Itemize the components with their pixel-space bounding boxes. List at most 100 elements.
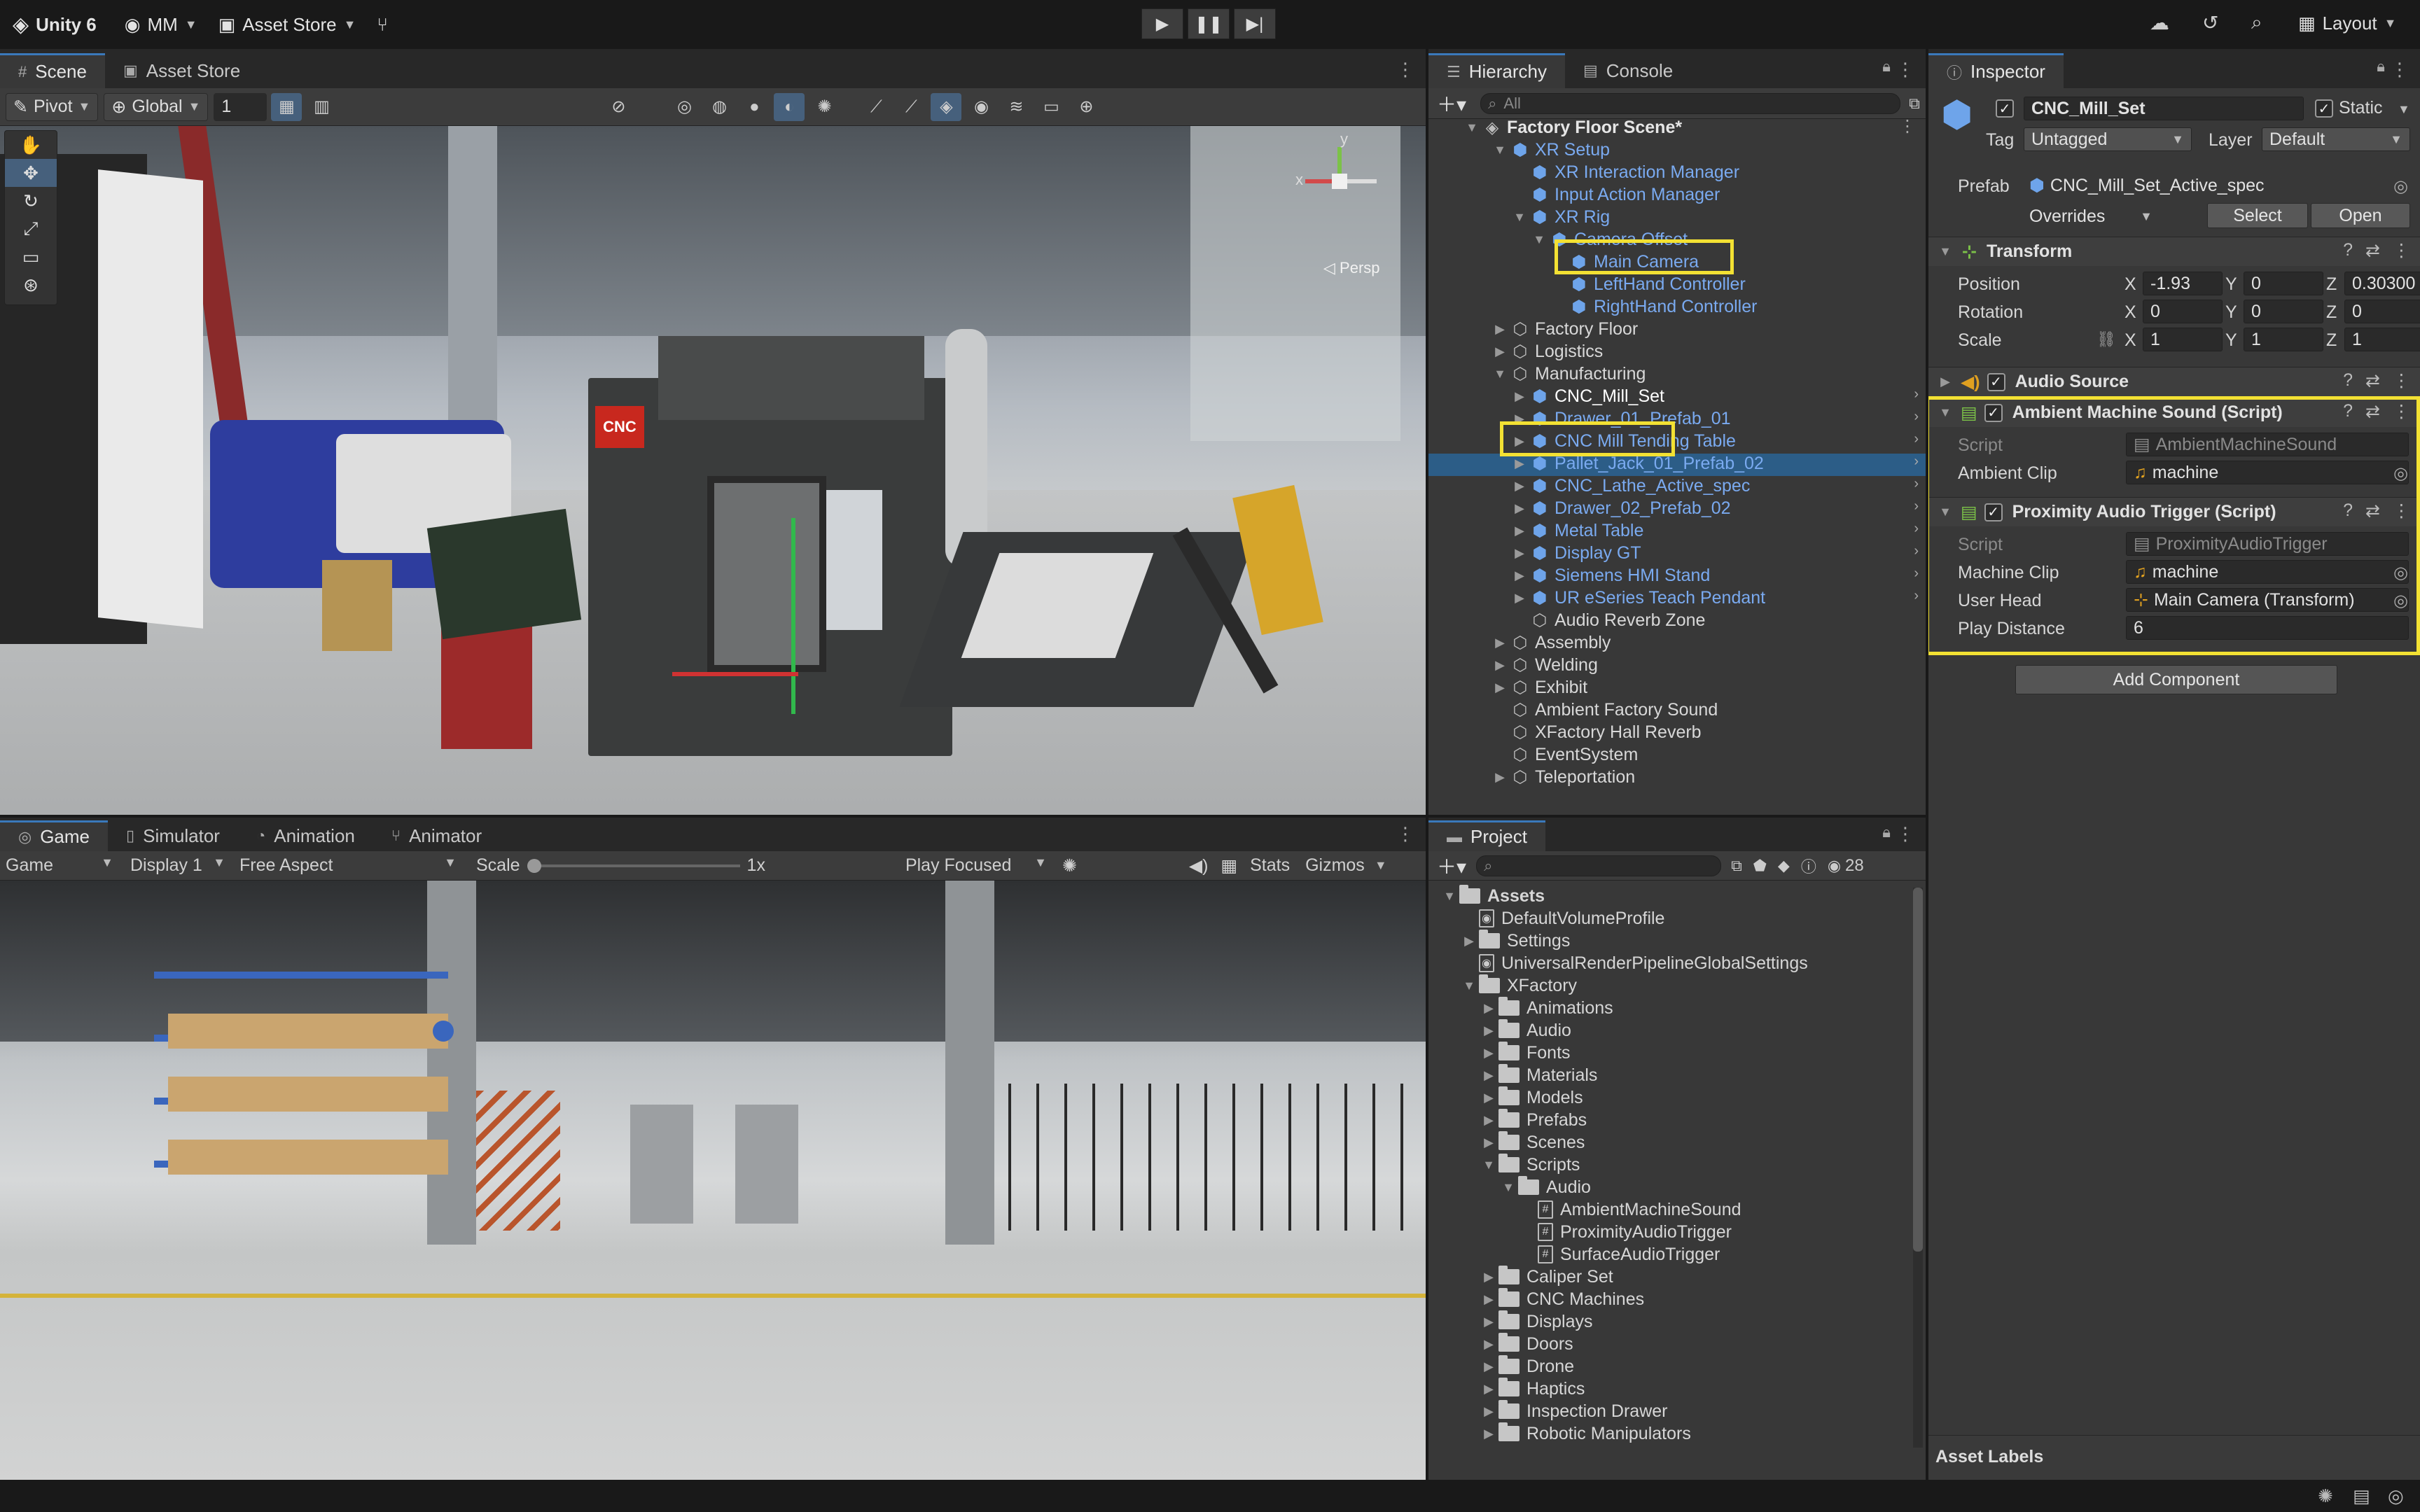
visibility-icon[interactable]: ◉: [966, 93, 996, 121]
position-z-field[interactable]: 0.30300: [2344, 272, 2420, 295]
chevron-right-icon[interactable]: ▶: [1479, 1270, 1498, 1284]
more-options-icon[interactable]: ⋮: [2391, 59, 2409, 80]
hierarchy-item[interactable]: ▶ ⬡ Welding: [1490, 654, 1598, 676]
project-item[interactable]: ◉ DefaultVolumeProfile: [1459, 907, 1664, 930]
tag-icon[interactable]: ◆: [1778, 857, 1790, 875]
filter-by-type-icon[interactable]: ⧉: [1731, 857, 1742, 875]
target-icon[interactable]: ◎: [2393, 176, 2408, 197]
active-checkbox[interactable]: ✓: [1996, 99, 2014, 118]
chevron-right-icon[interactable]: ▶: [1479, 1382, 1498, 1396]
hierarchy-item[interactable]: ▶ ⬢ Drawer_02_Prefab_02: [1510, 497, 1730, 519]
hierarchy-item[interactable]: ▶ ⬢ UR eSeries Teach Pendant: [1510, 587, 1765, 609]
mute-audio-icon[interactable]: ◀): [1189, 855, 1209, 876]
eye-icon[interactable]: ◉: [1828, 857, 1841, 875]
more-options-icon[interactable]: ⋮: [1896, 59, 1914, 80]
scale-slider[interactable]: [527, 858, 740, 873]
hand-tool-icon[interactable]: ✋: [5, 131, 57, 159]
project-item[interactable]: ▶ Models: [1479, 1086, 1583, 1109]
chevron-right-icon[interactable]: ▶: [1479, 1091, 1498, 1105]
project-item[interactable]: ▶ Settings: [1459, 930, 1570, 952]
hierarchy-item[interactable]: ▶ ⬡ Assembly: [1490, 631, 1611, 654]
lock-icon[interactable]: 🔒︎: [2377, 57, 2385, 76]
chevron-right-icon[interactable]: ▶: [1510, 568, 1529, 583]
open-prefab-icon[interactable]: ›: [1914, 431, 1919, 447]
project-item[interactable]: ▶ CNC Machines: [1479, 1288, 1644, 1310]
lock-icon[interactable]: 🔒︎: [1882, 57, 1891, 76]
asset-labels-section[interactable]: Asset Labels: [1928, 1435, 2420, 1480]
help-icon[interactable]: ?: [2343, 370, 2353, 391]
settings-sliders-icon[interactable]: ⇄: [2365, 370, 2380, 391]
chevron-right-icon[interactable]: ▶: [1490, 344, 1510, 359]
open-prefab-icon[interactable]: ›: [1914, 476, 1919, 492]
open-prefab-icon[interactable]: ›: [1914, 543, 1919, 559]
prefab-asset-field[interactable]: ⬢ CNC_Mill_Set_Active_spec: [2022, 174, 2409, 197]
draw-mode-shaded-icon[interactable]: ●: [739, 93, 770, 121]
stats-button[interactable]: Stats: [1250, 855, 1290, 876]
draw-mode-unlit-icon[interactable]: ◐: [774, 92, 805, 121]
overrides-dropdown[interactable]: Overrides ▼: [2022, 204, 2160, 228]
chevron-right-icon[interactable]: ▶: [1490, 636, 1510, 650]
hierarchy-search-input[interactable]: ⌕ All: [1480, 92, 1901, 114]
chevron-right-icon[interactable]: ▶: [1479, 1068, 1498, 1083]
rotate-tool-icon[interactable]: ↻: [5, 187, 57, 215]
chevron-down-icon[interactable]: ▼: [1490, 143, 1510, 158]
asset-store-dropdown[interactable]: ▣ Asset Store ▼: [218, 14, 356, 36]
hierarchy-item[interactable]: ▶ ⬢ Siemens HMI Stand: [1510, 564, 1710, 587]
rotation-y-field[interactable]: 0: [2244, 300, 2323, 323]
chevron-right-icon[interactable]: ▶: [1510, 456, 1529, 471]
project-item[interactable]: ▼ XFactory: [1459, 974, 1577, 997]
lighting-toggle-icon[interactable]: ⟋: [861, 93, 891, 121]
tab-game[interactable]: ◎ Game: [0, 820, 109, 851]
chevron-right-icon[interactable]: ▶: [1479, 1359, 1498, 1374]
chevron-right-icon[interactable]: ▶: [1479, 1292, 1498, 1307]
hierarchy-item[interactable]: ⬡ Ambient Factory Sound: [1490, 699, 1718, 721]
gizmos-icon[interactable]: ⊕: [1071, 93, 1101, 121]
project-item[interactable]: ▶ Animations: [1479, 997, 1613, 1019]
project-item[interactable]: # SurfaceAudioTrigger: [1518, 1243, 1720, 1266]
chevron-right-icon[interactable]: ▶: [1479, 1001, 1498, 1016]
hierarchy-item[interactable]: ▶ ⬢ Display GT: [1510, 542, 1641, 564]
chevron-right-icon[interactable]: ▶: [1510, 591, 1529, 606]
hierarchy-item[interactable]: ⬡ XFactory Hall Reverb: [1490, 721, 1702, 743]
display-dropdown[interactable]: Display 1 ▼: [119, 855, 231, 876]
hierarchy-item[interactable]: ⬢ LeftHand Controller: [1549, 273, 1746, 295]
filter-by-label-icon[interactable]: ⬟: [1753, 857, 1767, 875]
project-item[interactable]: ▶ Robotic Manipulators: [1479, 1422, 1691, 1445]
lock-icon[interactable]: 🔒︎: [1882, 823, 1891, 841]
project-item[interactable]: ▶ Caliper Set: [1479, 1266, 1613, 1288]
position-x-field[interactable]: -1.93: [2143, 272, 2223, 295]
game-viewport[interactable]: [0, 881, 1426, 1480]
hierarchy-item[interactable]: ▶ ⬡ Factory Floor: [1490, 318, 1638, 340]
unity-logo[interactable]: ◈ Unity 6: [13, 13, 97, 37]
hierarchy-item[interactable]: ▶ ⬢ CNC_Mill_Set: [1510, 385, 1664, 407]
transform-tool-icon[interactable]: ⊛: [5, 271, 57, 299]
rect-tool-icon[interactable]: ▭: [5, 243, 57, 271]
open-prefab-icon[interactable]: ›: [1914, 409, 1919, 425]
more-options-icon[interactable]: ⋮: [2393, 240, 2410, 261]
scale-z-field[interactable]: 1: [2344, 328, 2420, 351]
scene-options-icon[interactable]: ⋮: [1899, 116, 1916, 136]
project-item[interactable]: ▶ Inspection Drawer: [1479, 1400, 1667, 1422]
draw-mode-shaded-wire-icon[interactable]: ◍: [704, 93, 735, 121]
warning-icon[interactable]: ⓘ: [1801, 855, 1816, 877]
project-scrollbar-thumb[interactable]: [1913, 888, 1923, 1252]
object-name-field[interactable]: CNC_Mill_Set: [2024, 97, 2304, 120]
chevron-right-icon[interactable]: ▶: [1490, 322, 1510, 337]
more-options-icon[interactable]: ⋮: [1896, 823, 1914, 845]
project-item[interactable]: ▶ Drone: [1479, 1355, 1574, 1378]
scale-tool-icon[interactable]: ⤢: [5, 215, 57, 243]
chevron-right-icon[interactable]: ▶: [1479, 1023, 1498, 1038]
chevron-down-icon[interactable]: ▼: [1529, 232, 1549, 247]
project-item[interactable]: ▶ Prefabs: [1479, 1109, 1587, 1131]
debug-icon[interactable]: ✺: [2318, 1485, 2333, 1507]
transform-header[interactable]: ▼ ⊹ Transform ? ⇄ ⋮: [1928, 237, 2420, 266]
account-dropdown[interactable]: ◉ MM ▼: [125, 14, 197, 36]
game-mode-dropdown[interactable]: Game ▼: [0, 855, 119, 876]
add-icon[interactable]: ＋▾: [1437, 852, 1466, 880]
open-prefab-icon[interactable]: ›: [1914, 566, 1919, 582]
hierarchy-item[interactable]: ⬡ EventSystem: [1490, 743, 1639, 766]
tab-simulator[interactable]: ▯ Simulator: [108, 820, 238, 851]
project-item[interactable]: ▶ Scenes: [1479, 1131, 1585, 1154]
tab-inspector[interactable]: ⓘ Inspector: [1928, 53, 2064, 88]
chevron-down-icon[interactable]: ▼: [1479, 1158, 1498, 1172]
